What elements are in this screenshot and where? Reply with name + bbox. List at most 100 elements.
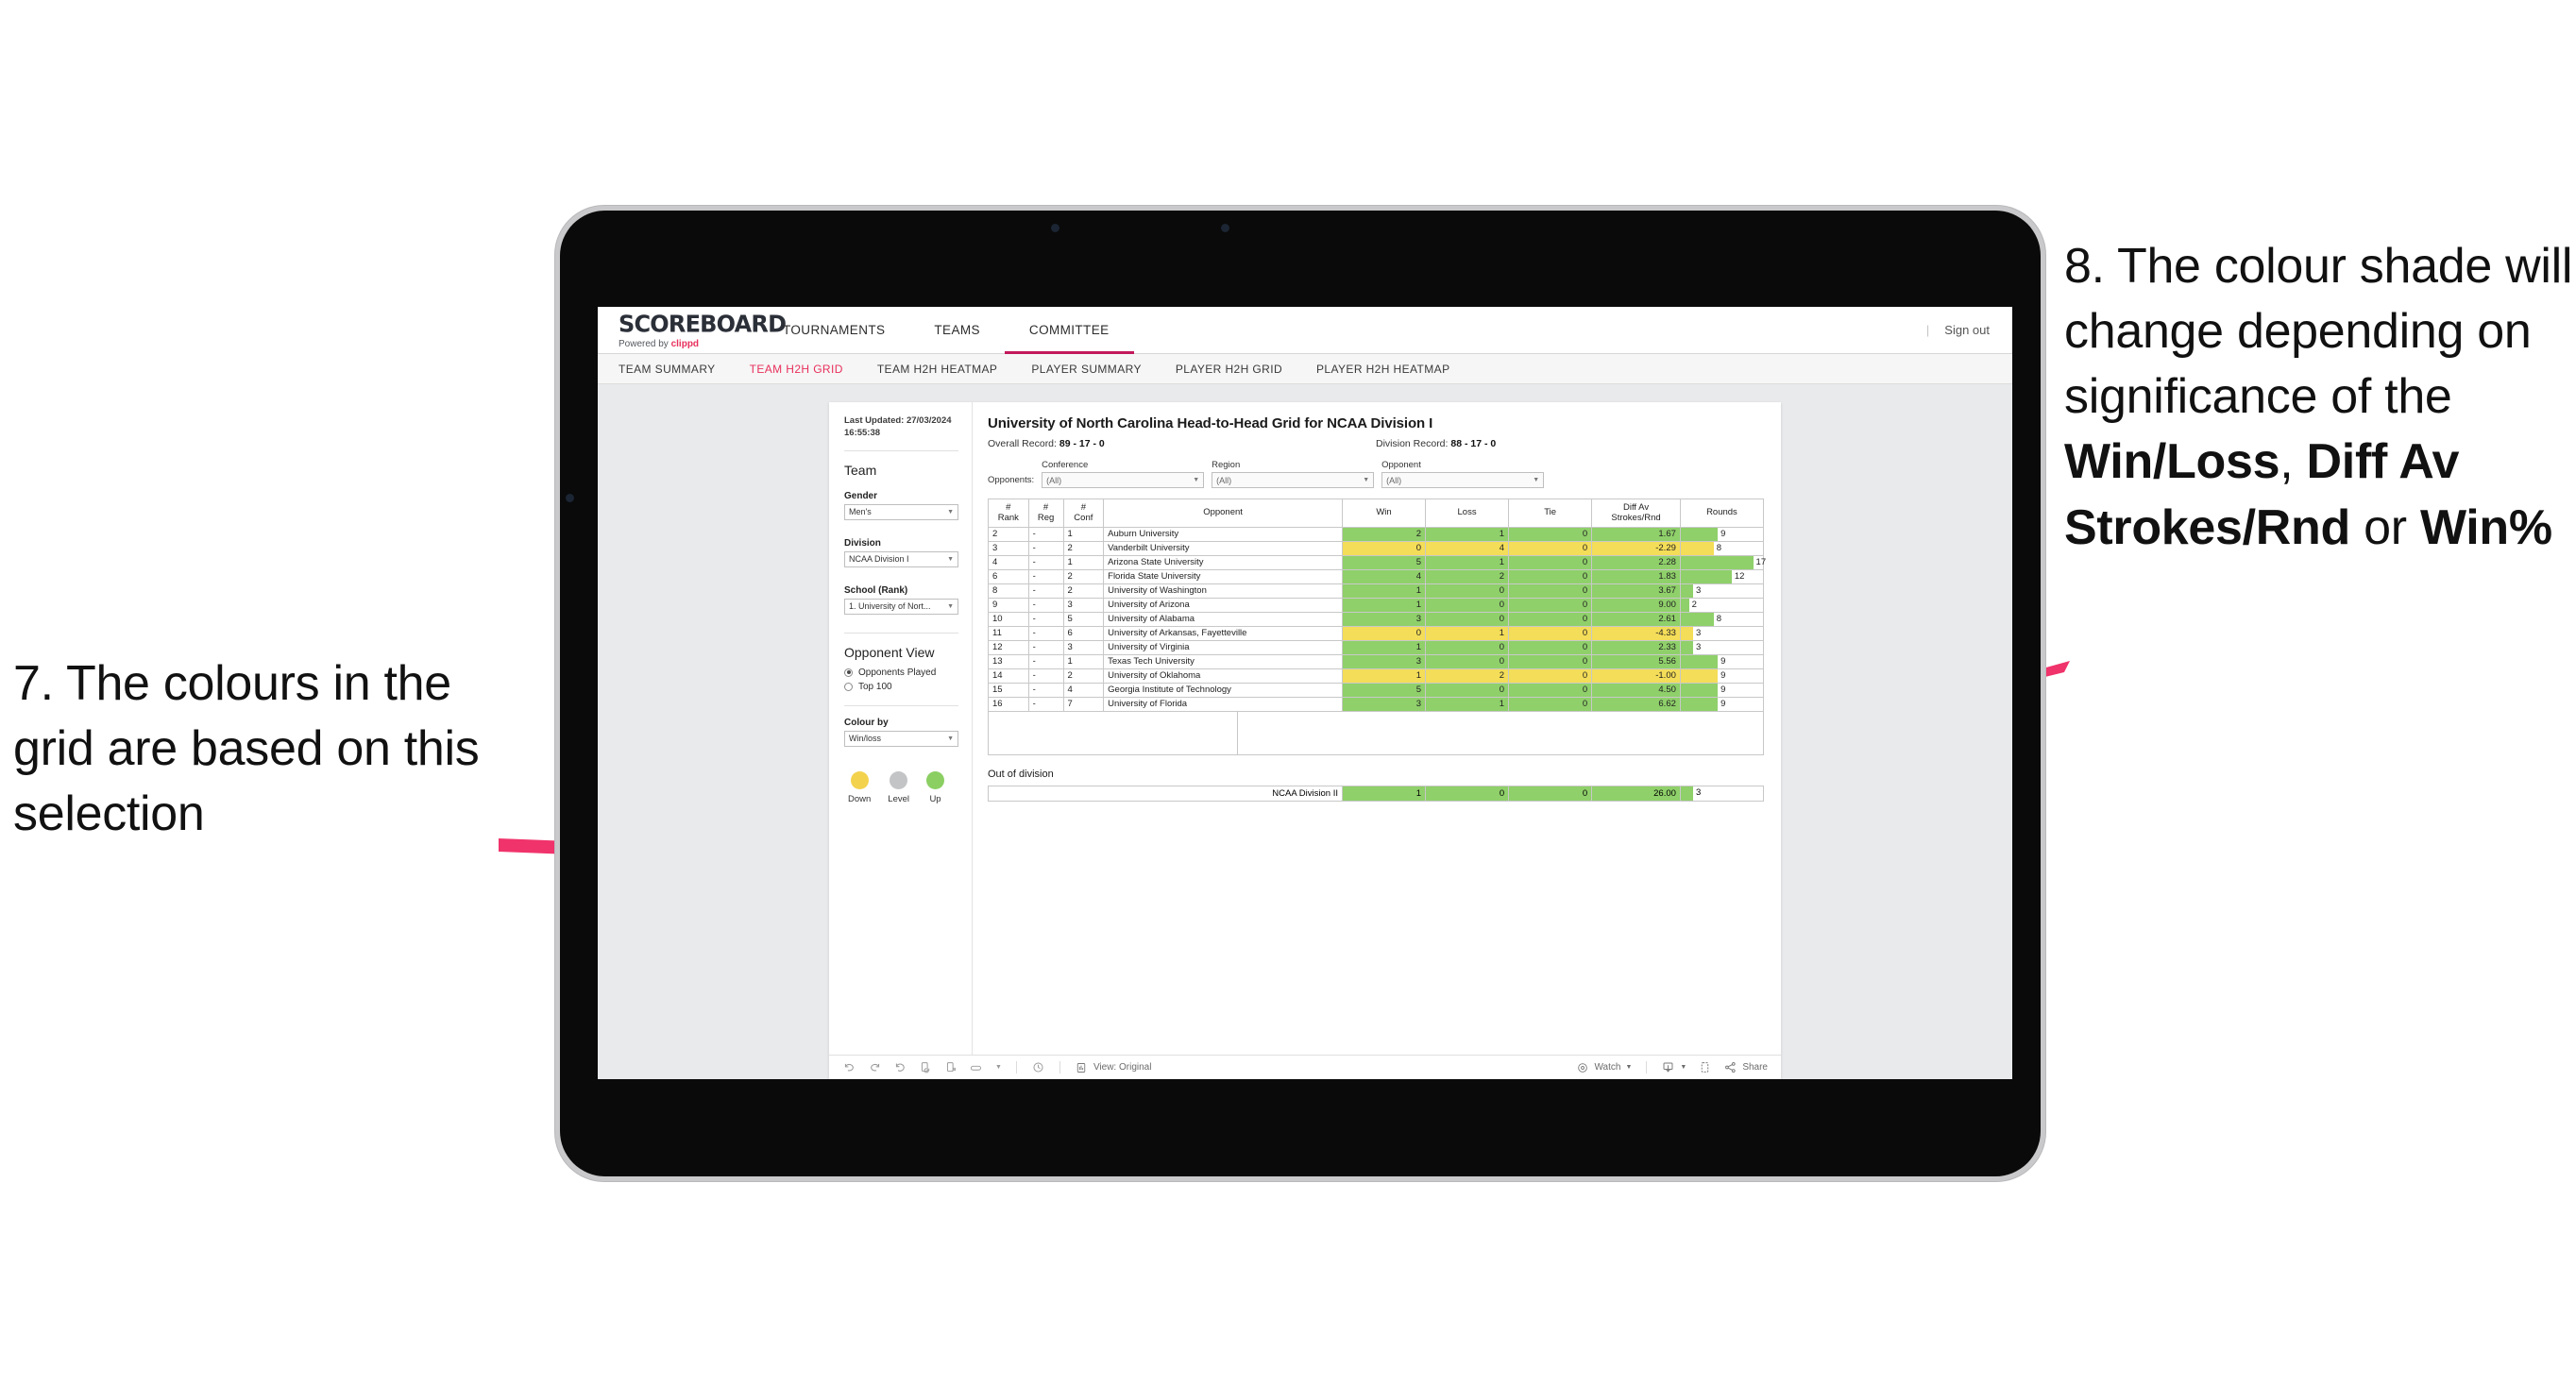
watch-button[interactable]: Watch ▼ — [1575, 1060, 1632, 1074]
cell-rank: 8 — [988, 583, 1029, 599]
cell-conf: 7 — [1062, 697, 1105, 712]
top-nav-teams[interactable]: TEAMS — [909, 307, 1005, 353]
table-row[interactable]: 9-3 University of Arizona 1 0 0 9.00 2 — [988, 598, 1765, 613]
sub-nav-team-summary[interactable]: TEAM SUMMARY — [619, 363, 716, 376]
colour-by-select[interactable]: Win/loss ▼ — [844, 730, 958, 747]
division-select[interactable]: NCAA Division I ▼ — [844, 550, 958, 567]
table-row[interactable]: 10-5 University of Alabama 3 0 0 2.61 8 — [988, 612, 1765, 627]
top-nav-committee[interactable]: COMMITTEE — [1004, 307, 1134, 354]
table-row[interactable]: 14-2 University of Oklahoma 1 2 0 -1.00 9 — [988, 668, 1765, 684]
colour-legend: Down Level Up — [844, 770, 958, 804]
table-row[interactable]: 16-7 University of Florida 3 1 0 6.62 9 — [988, 697, 1765, 712]
cell-win: 1 — [1341, 640, 1427, 655]
col-diff-av-strokes: Diff Av Strokes/Rnd — [1591, 499, 1681, 528]
view-original-button[interactable]: View: Original — [1075, 1060, 1151, 1074]
cell-rank: 4 — [988, 555, 1029, 570]
device-preview-icon[interactable] — [1698, 1060, 1712, 1074]
brand-logo: SCOREBOARD Powered by clippd — [598, 307, 787, 353]
cell-loss: 1 — [1425, 626, 1510, 641]
legend-dot-level — [890, 770, 908, 789]
rounds-bar — [1680, 599, 1689, 612]
cell-reg: - — [1027, 626, 1064, 641]
cell-opponent: University of Florida — [1103, 697, 1343, 712]
sub-nav-player-summary[interactable]: PLAYER SUMMARY — [1031, 363, 1142, 376]
col-loss: Loss — [1425, 499, 1510, 528]
table-filler-left — [989, 712, 1238, 754]
division-record: Division Record: 88 - 17 - 0 — [1376, 438, 1764, 449]
radio-top-100[interactable]: Top 100 — [844, 682, 958, 692]
rounds-value: 8 — [1716, 543, 1722, 553]
undo-icon[interactable] — [842, 1060, 856, 1074]
col-reg-l2: Reg — [1037, 512, 1055, 523]
sub-nav-team-h2h-grid[interactable]: TEAM H2H GRID — [750, 363, 843, 376]
radio-opponents-played[interactable]: Opponents Played — [844, 668, 958, 678]
revert-icon[interactable] — [893, 1060, 907, 1074]
page-title: University of North Carolina Head-to-Hea… — [988, 415, 1433, 431]
annotation-8-mid2: or — [2350, 499, 2420, 555]
brand-powered-name: clippd — [670, 339, 700, 349]
col-rank: # Rank — [988, 499, 1029, 528]
gender-value: Men's — [849, 507, 872, 517]
division-record-label: Division Record: — [1376, 438, 1451, 449]
colour-by-field: Colour by Win/loss ▼ — [844, 718, 958, 747]
cell-loss: 1 — [1425, 697, 1510, 712]
sub-nav-player-h2h-grid[interactable]: PLAYER H2H GRID — [1176, 363, 1282, 376]
pause-data-icon[interactable] — [944, 1060, 958, 1074]
cell-win: 0 — [1341, 541, 1427, 556]
refresh-data-icon[interactable] — [919, 1060, 933, 1074]
top-nav: TOURNAMENTS TEAMS COMMITTEE — [758, 307, 1134, 354]
overall-record-label: Overall Record: — [988, 438, 1059, 449]
legend-label-up: Up — [929, 793, 941, 804]
redo-icon[interactable] — [868, 1060, 882, 1074]
table-head: # Rank # Reg # Conf Opponent Win Loss Ti… — [988, 499, 1765, 528]
cell-rank: 9 — [988, 598, 1029, 613]
col-opponent: Opponent — [1103, 499, 1343, 528]
cell-reg: - — [1027, 569, 1064, 584]
cell-rank: 14 — [988, 668, 1029, 684]
cell-rounds: 9 — [1679, 668, 1765, 684]
table-row[interactable]: 15-4 Georgia Institute of Technology 5 0 0 4.… — [988, 683, 1765, 698]
share-button[interactable]: Share — [1723, 1060, 1768, 1074]
opponent-select[interactable]: (All) ▼ — [1381, 472, 1545, 488]
table-row[interactable]: 8-2 University of Washington 1 0 0 3.67 3 — [988, 583, 1765, 599]
school-select[interactable]: 1. University of Nort... ▼ — [844, 598, 958, 615]
region-select[interactable]: (All) ▼ — [1212, 472, 1375, 488]
table-row[interactable]: 12-3 University of Virginia 1 0 0 2.33 3 — [988, 640, 1765, 655]
annotation-8-lead: 8. The colour shade will change dependin… — [2064, 239, 2573, 425]
gender-select[interactable]: Men's ▼ — [844, 503, 958, 520]
download-button[interactable]: ▼ — [1661, 1060, 1686, 1074]
ood-diff: 26.00 — [1591, 786, 1681, 802]
cell-win: 1 — [1341, 668, 1427, 684]
top-nav-tournaments[interactable]: TOURNAMENTS — [758, 307, 909, 353]
table-row[interactable]: 2-1 Auburn University 2 1 0 1.67 9 — [988, 527, 1765, 542]
table-row[interactable]: 11-6 University of Arkansas, Fayetteville… — [988, 626, 1765, 641]
visualisation-body: Last Updated: 27/03/2024 16:55:38 Team G… — [829, 402, 1781, 1055]
rounds-value: 9 — [1720, 685, 1726, 695]
cell-opponent: Auburn University — [1103, 527, 1343, 542]
sub-nav-team-h2h-heatmap[interactable]: TEAM H2H HEATMAP — [877, 363, 998, 376]
ood-rounds-bar — [1680, 786, 1693, 801]
rounds-bar — [1680, 584, 1693, 598]
division-field: Division NCAA Division I ▼ — [844, 538, 958, 567]
col-rank-l2: Rank — [997, 512, 1019, 523]
cell-win: 2 — [1341, 527, 1427, 542]
sub-nav-player-h2h-heatmap[interactable]: PLAYER H2H HEATMAP — [1316, 363, 1449, 376]
rounds-bar — [1680, 627, 1693, 640]
table-row[interactable]: 4-1 Arizona State University 5 1 0 2.28 17 — [988, 555, 1766, 570]
rounds-bar — [1680, 698, 1719, 711]
rounds-value: 9 — [1720, 670, 1726, 681]
cell-diff: 4.50 — [1591, 683, 1681, 698]
sign-out-link[interactable]: Sign out — [1944, 323, 1990, 337]
tablet-screen: SCOREBOARD Powered by clippd TOURNAMENTS… — [598, 307, 2012, 1079]
highlight-icon[interactable] — [970, 1060, 984, 1074]
table-row[interactable]: 13-1 Texas Tech University 3 0 0 5.56 9 — [988, 654, 1765, 669]
conference-select[interactable]: (All) ▼ — [1042, 472, 1205, 488]
highlight-caret-icon[interactable]: ▼ — [995, 1064, 1002, 1071]
clock-icon[interactable] — [1031, 1060, 1045, 1074]
table-row[interactable]: 6-2 Florida State University 4 2 0 1.83 12 — [988, 569, 1765, 584]
brand-subtitle: Powered by clippd — [619, 339, 758, 349]
table-row[interactable]: 3-2 Vanderbilt University 0 4 0 -2.29 8 — [988, 541, 1765, 556]
sensor-icon — [1221, 224, 1229, 232]
school-field: School (Rank) 1. University of Nort... ▼ — [844, 585, 958, 615]
col-diff-l2: Strokes/Rnd — [1611, 512, 1661, 523]
